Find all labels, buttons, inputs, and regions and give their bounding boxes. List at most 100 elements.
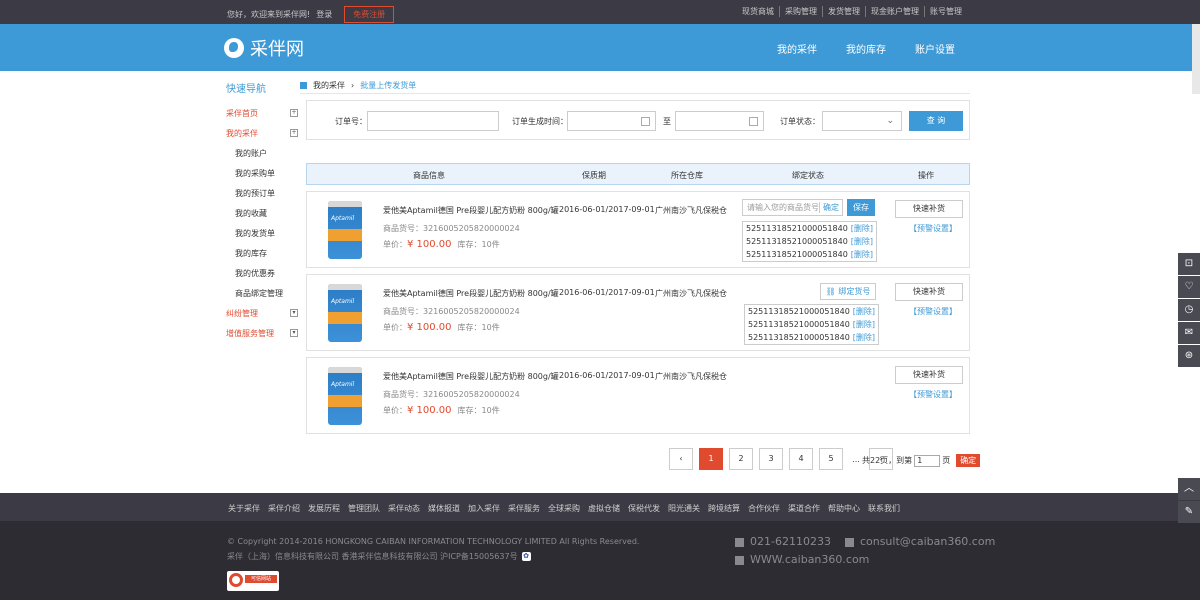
cart-icon[interactable]: ⊡ [1178, 253, 1200, 275]
quick-restock-button[interactable]: 快速补货 [895, 200, 963, 218]
expand-icon[interactable]: + [290, 109, 298, 117]
breadcrumb-home[interactable]: 我的采伴 [313, 80, 345, 91]
quick-restock-button[interactable]: 快速补货 [895, 283, 963, 301]
page-5-button[interactable]: 5 [819, 448, 843, 470]
topbar-link-purchase[interactable]: 采购管理 [779, 6, 822, 17]
sidebar-item-shipments[interactable]: 我的发货单 [226, 223, 298, 243]
alert-settings-link[interactable]: 【预警设置】 [909, 389, 957, 400]
footer-link[interactable]: 跨境结算 [708, 503, 740, 514]
footer-link[interactable]: 虚拟仓储 [588, 503, 620, 514]
expand-icon[interactable]: + [290, 129, 298, 137]
sidebar-item-disputes[interactable]: 纠纷管理 ▾ [226, 303, 298, 323]
nav-account-settings[interactable]: 账户设置 [915, 41, 955, 56]
email-address[interactable]: consult@caiban360.com [860, 535, 995, 548]
order-status-select[interactable]: ⌄ [822, 111, 902, 131]
footer-link[interactable]: 渠道合作 [788, 503, 820, 514]
product-name[interactable]: 爱他美Aptamil德国 Pre段婴儿配方奶粉 800g/罐 [383, 288, 559, 299]
product-image[interactable]: Aptamil [326, 367, 364, 425]
alert-settings-link[interactable]: 【预警设置】 [909, 223, 957, 234]
binding-input[interactable]: 请输入您的商品货号 确定 [742, 199, 843, 216]
sidebar-item-value-added[interactable]: 增值服务管理 ▾ [226, 323, 298, 343]
warehouse: 广州南沙飞凡保税仓 [655, 289, 727, 298]
chevron-down-icon[interactable]: ▾ [290, 309, 298, 317]
product-name[interactable]: 爱他美Aptamil德国 Pre段婴儿配方奶粉 800g/罐 [383, 205, 559, 216]
footer-link[interactable]: 阳光通关 [668, 503, 700, 514]
topbar-link-cash[interactable]: 现金账户管理 [865, 6, 924, 17]
go-button[interactable]: 确定 [956, 454, 981, 467]
service-icon[interactable]: ⊛ [1178, 345, 1200, 367]
sidebar-item-binding[interactable]: 商品绑定管理 [226, 283, 298, 303]
footer-link[interactable]: 媒体报道 [428, 503, 460, 514]
footer-link[interactable]: 保税代发 [628, 503, 660, 514]
topbar-link-account[interactable]: 账号管理 [924, 6, 967, 17]
chevron-down-icon[interactable]: ▾ [290, 329, 298, 337]
footer-link[interactable]: 发展历程 [308, 503, 340, 514]
bind-code-button[interactable]: ⛓ 绑定货号 [820, 283, 876, 300]
sidebar-item-inventory[interactable]: 我的库存 [226, 243, 298, 263]
delete-link[interactable]: [删除] [851, 223, 873, 234]
sidebar-item-purchase-orders[interactable]: 我的采购单 [226, 163, 298, 183]
save-button[interactable]: 保存 [847, 199, 875, 216]
nav-my-caiban[interactable]: 我的采伴 [777, 41, 817, 56]
logo[interactable]: 采伴网 [224, 35, 304, 61]
footer-link[interactable]: 帮助中心 [828, 503, 860, 514]
sidebar-item-coupons[interactable]: 我的优惠券 [226, 263, 298, 283]
footer-link[interactable]: 关于采伴 [228, 503, 260, 514]
chevron-down-icon: ⌄ [886, 116, 894, 126]
search-button[interactable]: 查 询 [909, 111, 963, 131]
footer-link[interactable]: 采伴介绍 [268, 503, 300, 514]
website-link[interactable]: WWW.caiban360.com [750, 553, 869, 566]
binding-confirm-button[interactable]: 确定 [819, 202, 842, 213]
sidebar-item-favorites[interactable]: 我的收藏 [226, 203, 298, 223]
start-date-input[interactable] [567, 111, 656, 131]
order-no-input[interactable] [367, 111, 499, 131]
back-to-top-icon[interactable]: ︿ [1178, 478, 1200, 500]
product-brand: Aptamil [331, 298, 355, 305]
alert-settings-link[interactable]: 【预警设置】 [909, 306, 957, 317]
copyright: © Copyright 2014-2016 HONGKONG CAIBAN IN… [227, 537, 640, 546]
topbar-link-shipping[interactable]: 发货管理 [822, 6, 865, 17]
delete-link[interactable]: [删除] [851, 249, 873, 260]
edit-feedback-icon[interactable]: ✎ [1178, 501, 1200, 523]
nav-my-inventory[interactable]: 我的库存 [846, 41, 886, 56]
quick-restock-button[interactable]: 快速补货 [895, 366, 963, 384]
calendar-icon[interactable] [749, 117, 758, 126]
sidebar-item-home[interactable]: 采伴首页 + [226, 103, 298, 123]
product-code: 商品货号：3216005205820000024 [383, 307, 520, 316]
end-date-input[interactable] [675, 111, 764, 131]
scrollbar[interactable] [1192, 24, 1200, 94]
prev-page-button[interactable]: ‹ [669, 448, 693, 470]
footer-link[interactable]: 全球采购 [548, 503, 580, 514]
page-4-button[interactable]: 4 [789, 448, 813, 470]
chat-icon[interactable]: ✉ [1178, 322, 1200, 344]
breadcrumb-current[interactable]: 批量上传发货单 [360, 80, 416, 91]
product-image[interactable]: Aptamil [326, 284, 364, 342]
register-button[interactable]: 免费注册 [344, 6, 395, 23]
footer-link[interactable]: 合作伙伴 [748, 503, 780, 514]
product-name[interactable]: 爱他美Aptamil德国 Pre段婴儿配方奶粉 800g/罐 [383, 371, 559, 382]
page-number-input[interactable]: 1 [914, 454, 941, 467]
delete-link[interactable]: [删除] [853, 319, 875, 330]
delete-link[interactable]: [删除] [851, 236, 873, 247]
sidebar-item-account[interactable]: 我的账户 [226, 143, 298, 163]
page-2-button[interactable]: 2 [729, 448, 753, 470]
delete-link[interactable]: [删除] [853, 306, 875, 317]
product-image[interactable]: Aptamil [326, 201, 364, 259]
sidebar-item-my-caiban[interactable]: 我的采伴 + [226, 123, 298, 143]
page-1-button[interactable]: 1 [699, 448, 723, 470]
footer-link[interactable]: 管理团队 [348, 503, 380, 514]
footer-link[interactable]: 采伴服务 [508, 503, 540, 514]
sidebar-item-preorders[interactable]: 我的预订单 [226, 183, 298, 203]
page-3-button[interactable]: 3 [759, 448, 783, 470]
history-icon[interactable]: ◷ [1178, 299, 1200, 321]
calendar-icon[interactable] [641, 117, 650, 126]
delete-link[interactable]: [删除] [853, 332, 875, 343]
footer-link[interactable]: 加入采伴 [468, 503, 500, 514]
paw-icon[interactable]: ✿ [521, 552, 531, 561]
login-link[interactable]: 登录 [316, 9, 332, 20]
topbar-link-mall[interactable]: 现货商城 [737, 6, 779, 17]
footer-link[interactable]: 联系我们 [868, 503, 900, 514]
heart-icon[interactable]: ♡ [1178, 276, 1200, 298]
trust-badge[interactable]: 可信网站 [227, 571, 279, 591]
footer-link[interactable]: 采伴动态 [388, 503, 420, 514]
